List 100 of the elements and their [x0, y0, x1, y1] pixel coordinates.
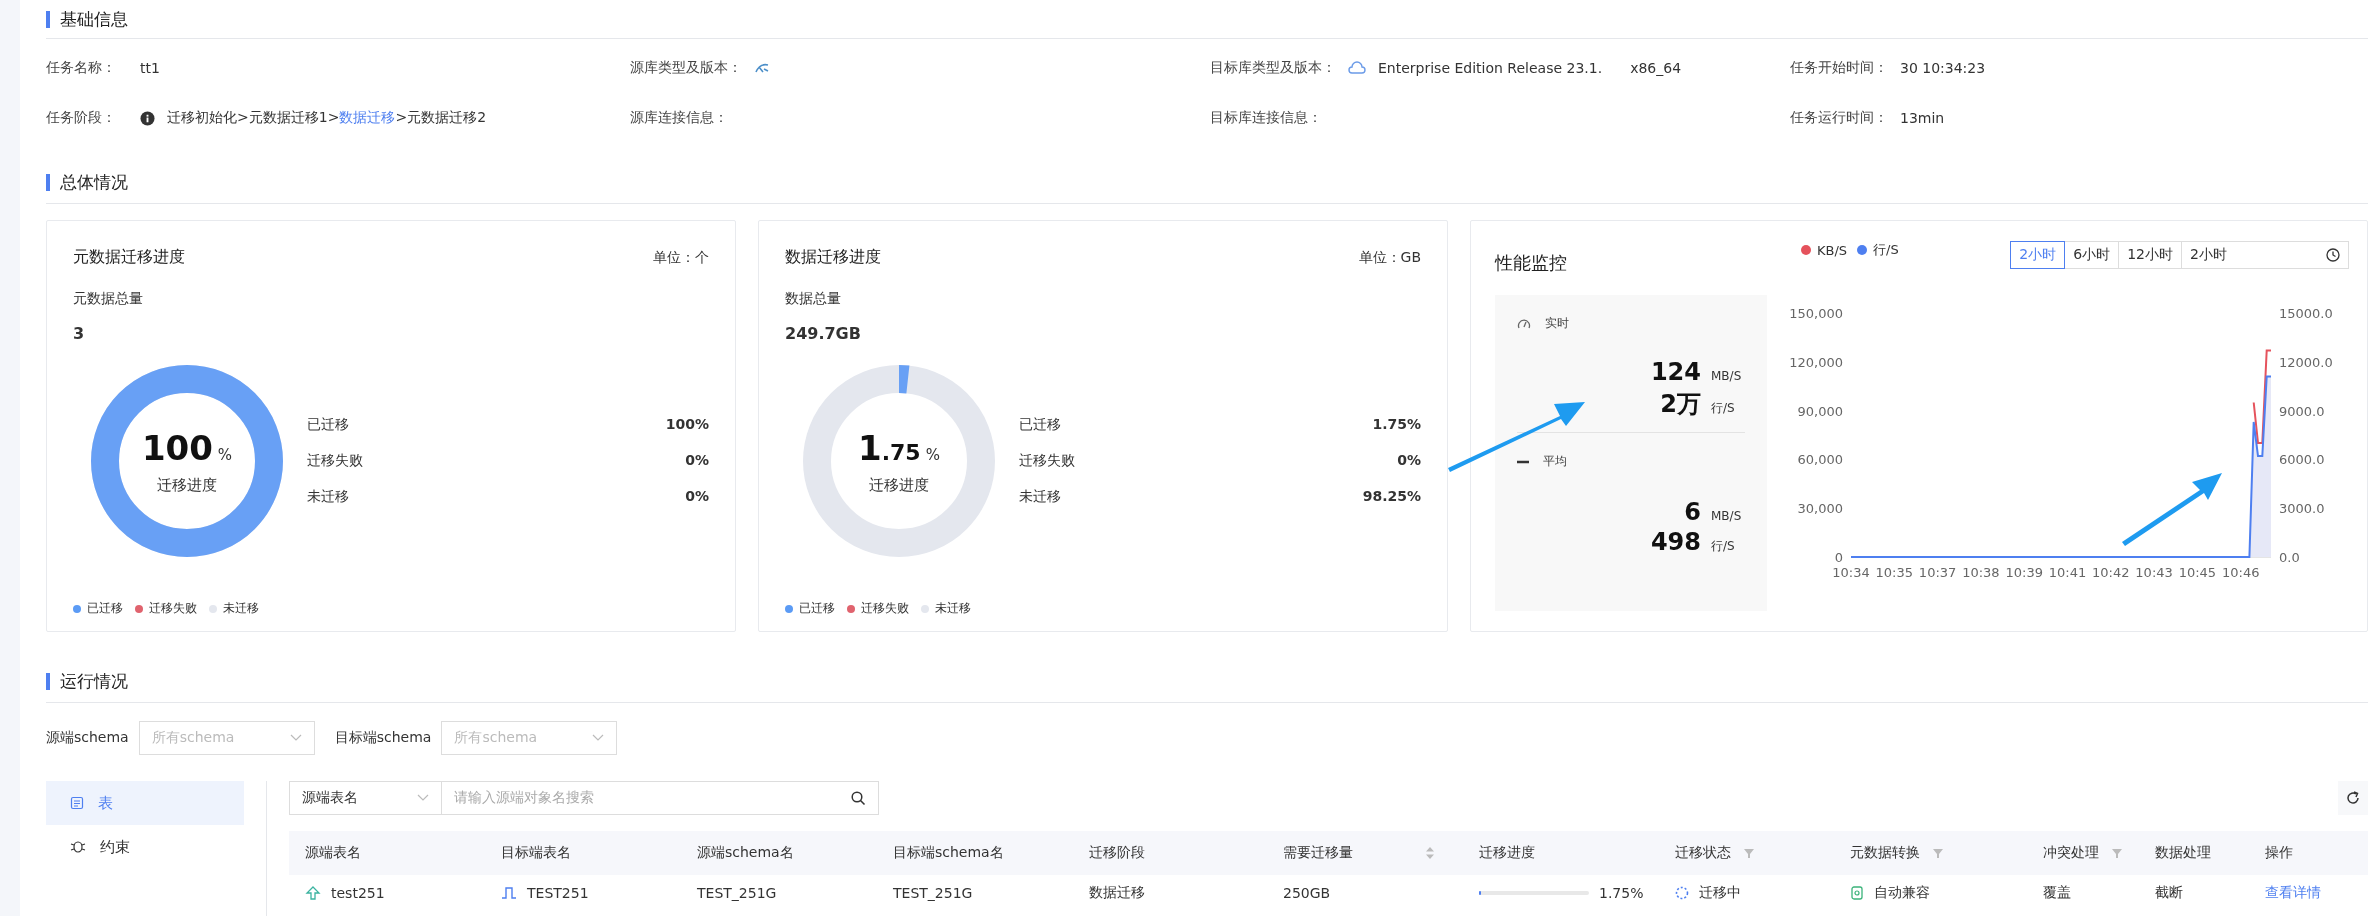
field-value: x86_64: [1630, 60, 1682, 76]
side-tab[interactable]: 约束: [46, 825, 244, 869]
stat-label: 已迁移: [307, 416, 349, 434]
arrow-up-icon: [305, 886, 321, 900]
axis-tick-label: 3000.0: [2279, 501, 2325, 517]
axis-tick-label: 10:37: [1918, 565, 1957, 580]
chevron-icon: [417, 794, 429, 802]
axis-tick-label: 120,000: [1789, 354, 1843, 370]
stat-value: 0%: [685, 488, 709, 506]
section-title: 运行情况: [60, 669, 128, 693]
table-cell: test251: [331, 885, 385, 901]
search-icon: [851, 790, 866, 806]
legend-label: 已迁移: [799, 600, 835, 617]
stat-label: 已迁移: [1019, 416, 1061, 434]
swoosh-icon: [754, 61, 770, 75]
axis-tick-label: 10:35: [1875, 565, 1914, 580]
section-title: 基础信息: [60, 7, 128, 31]
column-header: 源端schema名: [697, 844, 794, 862]
table-cell: 迁移中: [1699, 884, 1741, 902]
section-title: 总体情况: [60, 170, 128, 194]
refresh-button[interactable]: [2338, 781, 2368, 815]
stat-value: 0%: [685, 452, 709, 470]
stat-value: 0%: [1397, 452, 1421, 470]
metric-value: 6: [1684, 498, 1701, 526]
filter-icon[interactable]: [1932, 847, 1944, 859]
details-link[interactable]: 查看详情: [2265, 884, 2321, 902]
field-value: Enterprise Edition Release 23.1.: [1378, 60, 1603, 76]
progress-value: 1.75: [858, 427, 921, 468]
axis-tick-label: 10:39: [2005, 565, 2043, 580]
legend-label: 迁移失败: [861, 600, 909, 617]
field-value: tt1: [140, 60, 160, 76]
axis-tick-label: 150,000: [1789, 306, 1843, 321]
sort-icon[interactable]: [1425, 846, 1435, 860]
column-header: 迁移阶段: [1089, 844, 1145, 862]
stat-label: 迁移失败: [1019, 452, 1075, 470]
range-button[interactable]: 2小时: [2010, 241, 2066, 269]
metric-unit: MB/S: [1711, 509, 1743, 523]
stage-step: 元数据迁移1: [248, 109, 328, 127]
clock-icon: [2326, 248, 2340, 262]
legend-label: 行/S: [1873, 241, 1899, 259]
metric-value: 2万: [1660, 389, 1701, 420]
bug-icon: [70, 840, 86, 854]
unit-label: 单位：GB: [1358, 248, 1421, 267]
metric-value: 124: [1650, 358, 1701, 386]
field-value: 30 10:34:23: [1900, 60, 1986, 76]
table-cell: 数据迁移: [1089, 884, 1145, 902]
document-icon: [70, 796, 84, 810]
column-header: 迁移进度: [1479, 844, 1535, 862]
stat-value: 98.25%: [1362, 488, 1421, 506]
table-cell: TEST_251G: [697, 885, 777, 901]
side-tab[interactable]: 表: [46, 781, 244, 825]
card-title: 性能监控: [1495, 251, 1568, 275]
axis-tick-label: 30,000: [1797, 501, 1843, 517]
panel-label: 平均: [1543, 453, 1567, 470]
legend-label: 未迁移: [223, 600, 259, 617]
progress-value: 100: [141, 427, 213, 468]
metric-value: 498: [1650, 528, 1701, 556]
percent-unit: %: [217, 445, 233, 464]
progress-label: 迁移进度: [869, 475, 929, 495]
range-button[interactable]: 6小时: [2064, 241, 2120, 269]
column-header: 源端表名: [305, 844, 361, 862]
cloud-icon: [1348, 61, 1366, 75]
axis-tick-label: 0.0: [2279, 550, 2300, 565]
card-title: 元数据迁移进度: [73, 247, 185, 268]
column-header: 目标端schema名: [893, 844, 1004, 862]
axis-tick-label: 10:46: [2221, 565, 2260, 580]
metric-unit: 行/S: [1711, 400, 1736, 417]
gauge-icon: [1517, 317, 1531, 330]
field-value: 13min: [1900, 110, 1945, 126]
filter-icon[interactable]: [1743, 847, 1755, 859]
stat-value: 1.75%: [1372, 416, 1421, 434]
chevron-icon: [289, 734, 302, 742]
dash-icon: [1517, 459, 1529, 464]
column-header: 元数据转换: [1850, 844, 1920, 862]
total-label: 数据总量: [785, 290, 842, 308]
info-icon: [140, 110, 155, 126]
field-label: 源库类型及版本：: [630, 59, 742, 77]
column-header: 冲突处理: [2043, 844, 2099, 862]
total-value: 249.7GB: [785, 324, 862, 343]
stat-label: 迁移失败: [307, 452, 363, 470]
chevron-icon: [592, 734, 605, 742]
unit-label: 单位：个: [653, 248, 709, 267]
pulse-icon: [501, 886, 517, 900]
search-field[interactable]: 源端表名 请输入源端对象名搜索: [289, 781, 879, 815]
card-title: 数据迁移进度: [785, 247, 881, 268]
metric-unit: MB/S: [1711, 369, 1743, 383]
table-cell: 250GB: [1283, 885, 1331, 901]
filter-icon[interactable]: [2111, 847, 2123, 859]
legend-label: 未迁移: [935, 600, 971, 617]
legend-label: 已迁移: [87, 600, 123, 617]
axis-tick-label: 10:42: [2092, 565, 2130, 580]
table-cell: 1.75%: [1599, 885, 1644, 901]
axis-tick-label: 12000.0: [2279, 354, 2333, 370]
table-cell: TEST251: [527, 885, 589, 901]
total-value: 3: [73, 324, 86, 343]
legend-label: KB/S: [1817, 242, 1848, 258]
column-header: 需要迁移量: [1283, 844, 1353, 862]
range-button[interactable]: 12小时: [2118, 241, 2182, 269]
column-header: 迁移状态: [1675, 844, 1731, 862]
range-select[interactable]: 2小时: [2181, 241, 2349, 269]
